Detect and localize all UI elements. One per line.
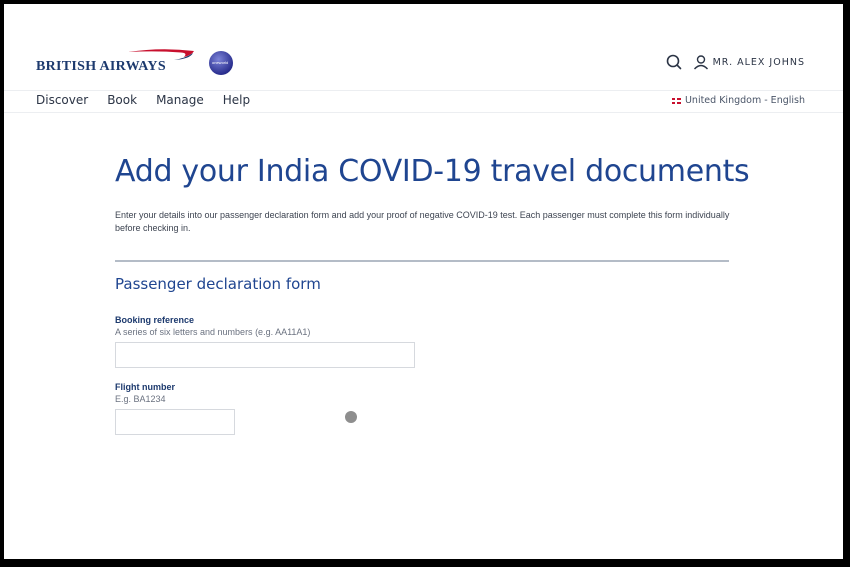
flight-number-field: Flight number E.g. BA1234: [115, 382, 731, 435]
site-header: BRITISH AIRWAYS oneworld MR. ALEX JOHNS: [4, 4, 843, 91]
section-divider: [115, 260, 729, 262]
booking-reference-hint: A series of six letters and numbers (e.g…: [115, 327, 311, 337]
page-title: Add your India COVID-19 travel documents: [115, 154, 750, 189]
flight-number-label: Flight number: [115, 382, 175, 392]
flight-number-input[interactable]: [115, 409, 235, 435]
header-actions: MR. ALEX JOHNS: [665, 53, 805, 71]
search-icon[interactable]: [665, 53, 683, 71]
uk-flag-icon: [671, 97, 681, 104]
locale-label: United Kingdom - English: [684, 95, 805, 106]
section-title: Passenger declaration form: [115, 275, 321, 293]
mouse-cursor-indicator: [345, 411, 357, 423]
booking-reference-field: Booking reference A series of six letter…: [115, 315, 731, 368]
brand-name: BRITISH AIRWAYS: [36, 59, 166, 74]
page-frame: BRITISH AIRWAYS oneworld MR. ALEX JOHNS …: [4, 4, 843, 559]
intro-text: Enter your details into our passenger de…: [115, 210, 730, 233]
nav-item-book[interactable]: Book: [107, 93, 137, 107]
booking-reference-input[interactable]: [115, 342, 415, 368]
nav-item-help[interactable]: Help: [223, 93, 250, 107]
nav-item-manage[interactable]: Manage: [156, 93, 204, 107]
booking-reference-label: Booking reference: [115, 315, 195, 325]
main-content: Add your India COVID-19 travel documents…: [115, 154, 750, 435]
oneworld-logo-icon: oneworld: [209, 51, 233, 75]
main-nav: Discover Book Manage Help United Kingdom…: [4, 90, 843, 113]
account-button[interactable]: MR. ALEX JOHNS: [693, 54, 805, 70]
oneworld-text: oneworld: [212, 60, 229, 65]
nav-item-discover[interactable]: Discover: [36, 93, 88, 107]
user-name: MR. ALEX JOHNS: [712, 56, 805, 68]
user-icon: [693, 55, 708, 70]
flight-number-hint: E.g. BA1234: [115, 394, 166, 404]
locale-selector[interactable]: United Kingdom - English: [671, 95, 805, 106]
